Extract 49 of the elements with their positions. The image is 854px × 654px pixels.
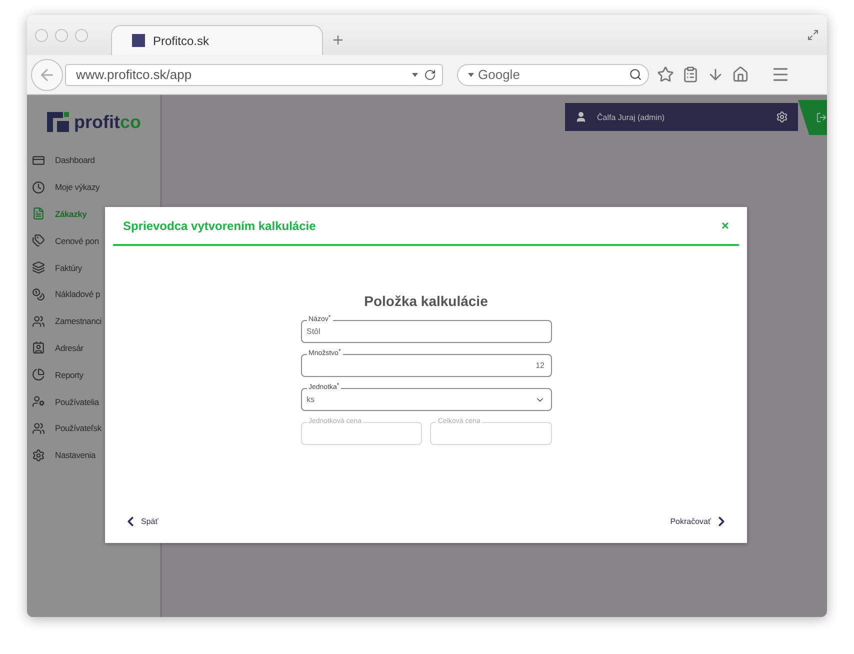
reload-icon[interactable] xyxy=(424,68,436,80)
contact-icon xyxy=(32,341,45,354)
people-icon xyxy=(32,314,45,328)
clock-icon xyxy=(32,180,45,194)
download-icon[interactable] xyxy=(707,66,724,83)
sidebar-item[interactable]: Používateľsk xyxy=(27,414,160,442)
menu-icon[interactable] xyxy=(771,65,790,84)
home-icon[interactable] xyxy=(732,66,749,83)
fullscreen-icon[interactable] xyxy=(807,29,819,41)
browser-tab[interactable]: Profitco.sk xyxy=(111,25,323,55)
layers-icon xyxy=(32,261,45,274)
logout-icon xyxy=(816,112,827,123)
document-icon xyxy=(32,207,45,220)
user-icon xyxy=(575,111,587,123)
logo-icon xyxy=(47,112,69,132)
address-bar[interactable]: www.profitco.sk/app xyxy=(65,64,443,86)
dropdown-icon[interactable] xyxy=(412,72,418,76)
back-link[interactable]: Späť xyxy=(123,514,158,528)
people-icon xyxy=(32,422,45,435)
sidebar-item[interactable]: Adresár xyxy=(27,334,160,362)
star-icon[interactable] xyxy=(657,66,674,83)
sidebar-item[interactable]: Dashboard xyxy=(27,147,160,174)
sidebar-item[interactable]: Moje výkazy xyxy=(27,174,160,201)
user-name: Čalfa Juraj (admin) xyxy=(597,112,666,122)
search-icon[interactable] xyxy=(629,68,642,81)
close-button[interactable]: × xyxy=(721,218,729,233)
sidebar-item[interactable]: Nastavenia xyxy=(27,442,160,469)
dialog-title: Sprievodca vytvorením kalkulácie xyxy=(123,218,316,232)
logo-text: profitco xyxy=(74,112,141,132)
settings-icon[interactable] xyxy=(776,111,788,123)
card-icon xyxy=(32,154,45,167)
dropdown-icon[interactable] xyxy=(468,72,474,76)
pie-chart-icon xyxy=(32,368,45,382)
sidebar-item[interactable]: Zamestnanci xyxy=(27,308,160,335)
settings-icon xyxy=(32,448,45,462)
coins-icon xyxy=(32,288,45,301)
favicon-icon xyxy=(132,34,145,47)
back-button[interactable] xyxy=(31,58,63,90)
sidebar-item[interactable]: Faktúry xyxy=(27,254,160,281)
continue-link[interactable]: Pokračovať xyxy=(670,514,729,528)
clipboard-icon[interactable] xyxy=(682,66,699,83)
sidebar-item[interactable]: Používatelia xyxy=(27,388,160,415)
sidebar-item[interactable]: Reporty xyxy=(27,361,160,388)
search-field[interactable]: Google xyxy=(457,64,649,86)
sidebar-item[interactable]: Nákladové p xyxy=(27,280,160,308)
user-gear-icon xyxy=(32,395,45,408)
tags-icon xyxy=(32,234,45,248)
form-heading: Položka kalkulácie xyxy=(364,293,488,309)
new-tab-icon[interactable] xyxy=(331,33,345,47)
